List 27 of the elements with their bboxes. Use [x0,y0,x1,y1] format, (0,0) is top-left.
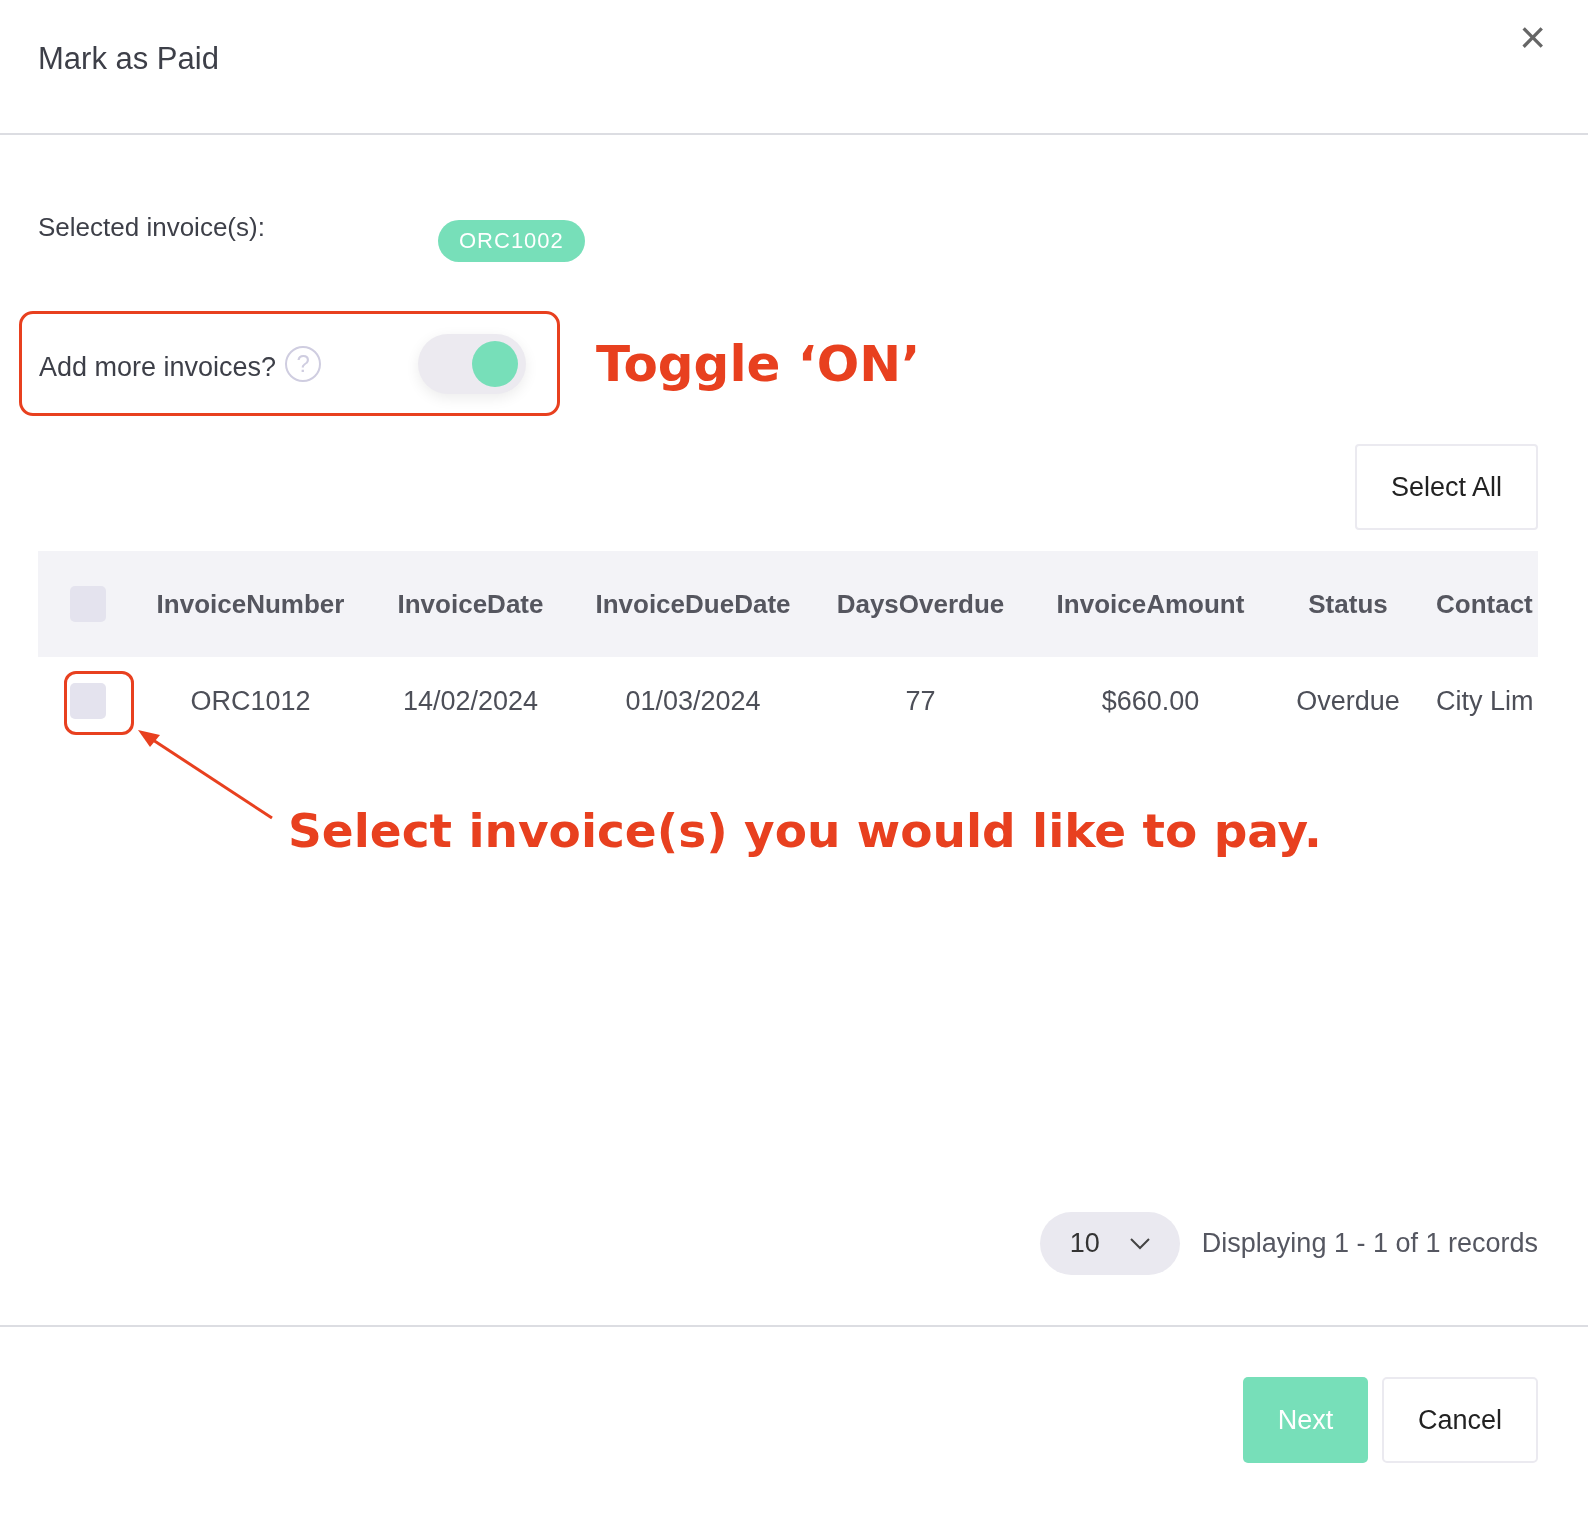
invoice-tag: ORC1002 [438,220,585,262]
table-cell-text: 77 [904,685,937,717]
table-cell-text: 14/02/2024 [401,685,540,717]
column-header: InvoiceDueDate [594,588,792,620]
column-header: Status [1307,588,1389,620]
checkbox[interactable] [70,683,106,719]
table-cell-text: ORC1012 [189,685,312,717]
close-button[interactable]: × [1515,13,1550,60]
table-cell-text: 01/03/2024 [624,685,762,717]
add-more-label: Add more invoices? [39,352,277,383]
chevron-down-icon [1129,1237,1150,1250]
table-cell-text: Overdue [1295,685,1401,717]
column-header: InvoiceAmount [1055,588,1246,620]
page-size-dropdown[interactable]: 10 [1039,1212,1180,1275]
table-cell-text: City Lim [1435,685,1535,717]
column-header: InvoiceNumber [155,588,346,620]
table-cell-text: $660.00 [1100,685,1201,717]
column-header: DaysOverdue [835,588,1006,620]
annotation-text: Toggle ‘ON’ [596,334,921,393]
annotation-text: Select invoice(s) you would like to pay. [288,803,1322,858]
dialog-title: Mark as Paid [38,40,219,77]
column-header: InvoiceDate [396,588,545,620]
select-all-button[interactable]: Select All [1355,444,1538,530]
records-summary: Displaying 1 - 1 of 1 records [1201,1228,1538,1259]
selected-invoices-label: Selected invoice(s): [38,212,266,243]
column-header: Contact [1435,588,1534,620]
cancel-button[interactable]: Cancel [1382,1377,1538,1463]
